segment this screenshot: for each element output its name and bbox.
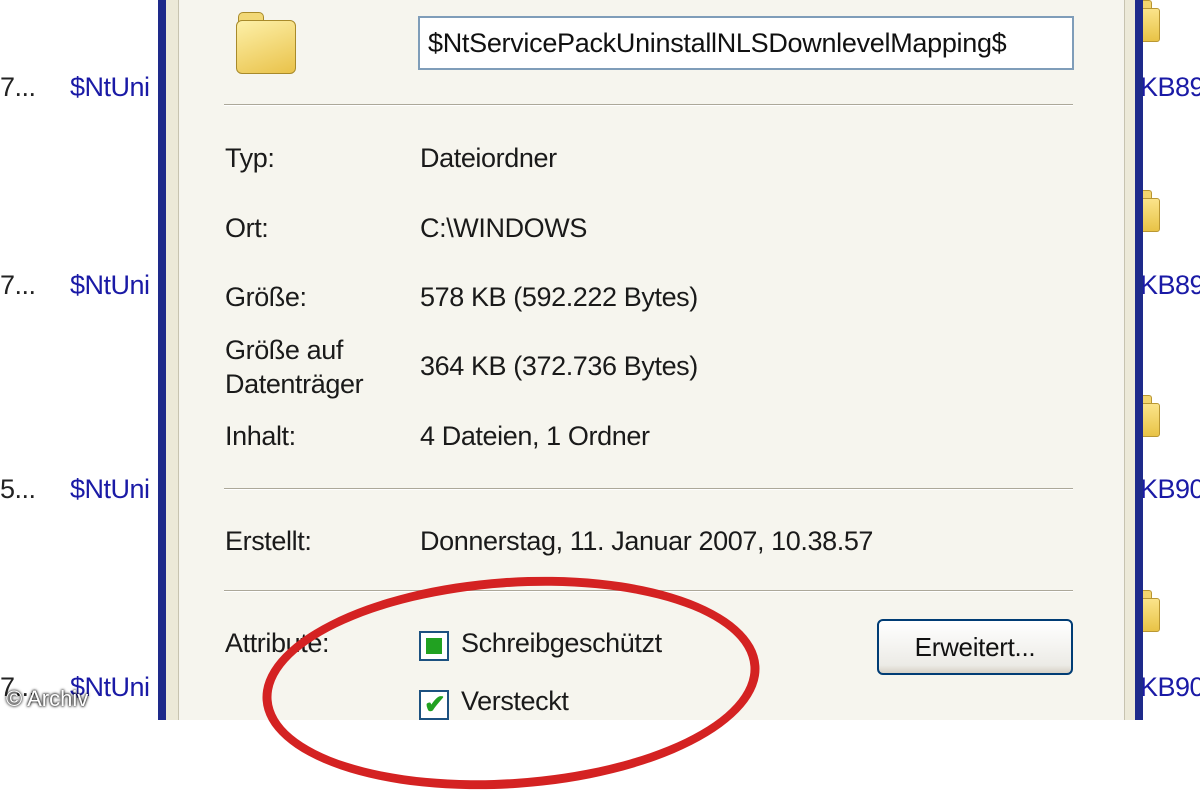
bg-kb-label[interactable]: KB89 bbox=[1140, 270, 1200, 301]
size-value: 578 KB (592.222 Bytes) bbox=[420, 282, 698, 312]
contents-label: Inhalt: bbox=[225, 421, 296, 451]
type-label: Typ: bbox=[225, 143, 275, 173]
bg-kb-label[interactable]: KB90 bbox=[1140, 672, 1200, 703]
location-label: Ort: bbox=[225, 213, 269, 243]
folder-name-input[interactable] bbox=[418, 16, 1074, 70]
bg-row-name[interactable]: $NtUni bbox=[70, 72, 150, 103]
created-label: Erstellt: bbox=[225, 526, 312, 556]
separator bbox=[224, 104, 1073, 106]
bg-row-size: 7... bbox=[0, 72, 36, 102]
size-label: Größe: bbox=[225, 282, 307, 312]
size-on-disk-label-line2: Datenträger bbox=[225, 369, 364, 399]
bg-row-size: 7... bbox=[0, 270, 36, 300]
separator bbox=[224, 488, 1073, 490]
bg-row-size: 5... bbox=[0, 474, 36, 504]
advanced-button[interactable]: Erweitert... bbox=[877, 619, 1073, 675]
size-on-disk-label: Größe auf Datenträger bbox=[225, 333, 364, 401]
type-value: Dateiordner bbox=[420, 143, 557, 173]
copyright-watermark: © Archiv bbox=[6, 686, 89, 711]
bg-kb-label[interactable]: KB89 bbox=[1140, 72, 1200, 103]
location-value: C:\WINDOWS bbox=[420, 213, 587, 243]
bg-kb-label[interactable]: KB90 bbox=[1140, 474, 1200, 505]
size-on-disk-value: 364 KB (372.736 Bytes) bbox=[420, 351, 698, 381]
contents-value: 4 Dateien, 1 Ordner bbox=[420, 421, 650, 451]
size-on-disk-label-line1: Größe auf bbox=[225, 335, 343, 365]
folder-icon bbox=[236, 8, 298, 74]
bg-row-name[interactable]: $NtUni bbox=[70, 474, 150, 505]
bg-row-name[interactable]: $NtUni bbox=[70, 270, 150, 301]
created-value: Donnerstag, 11. Januar 2007, 10.38.57 bbox=[420, 526, 874, 556]
